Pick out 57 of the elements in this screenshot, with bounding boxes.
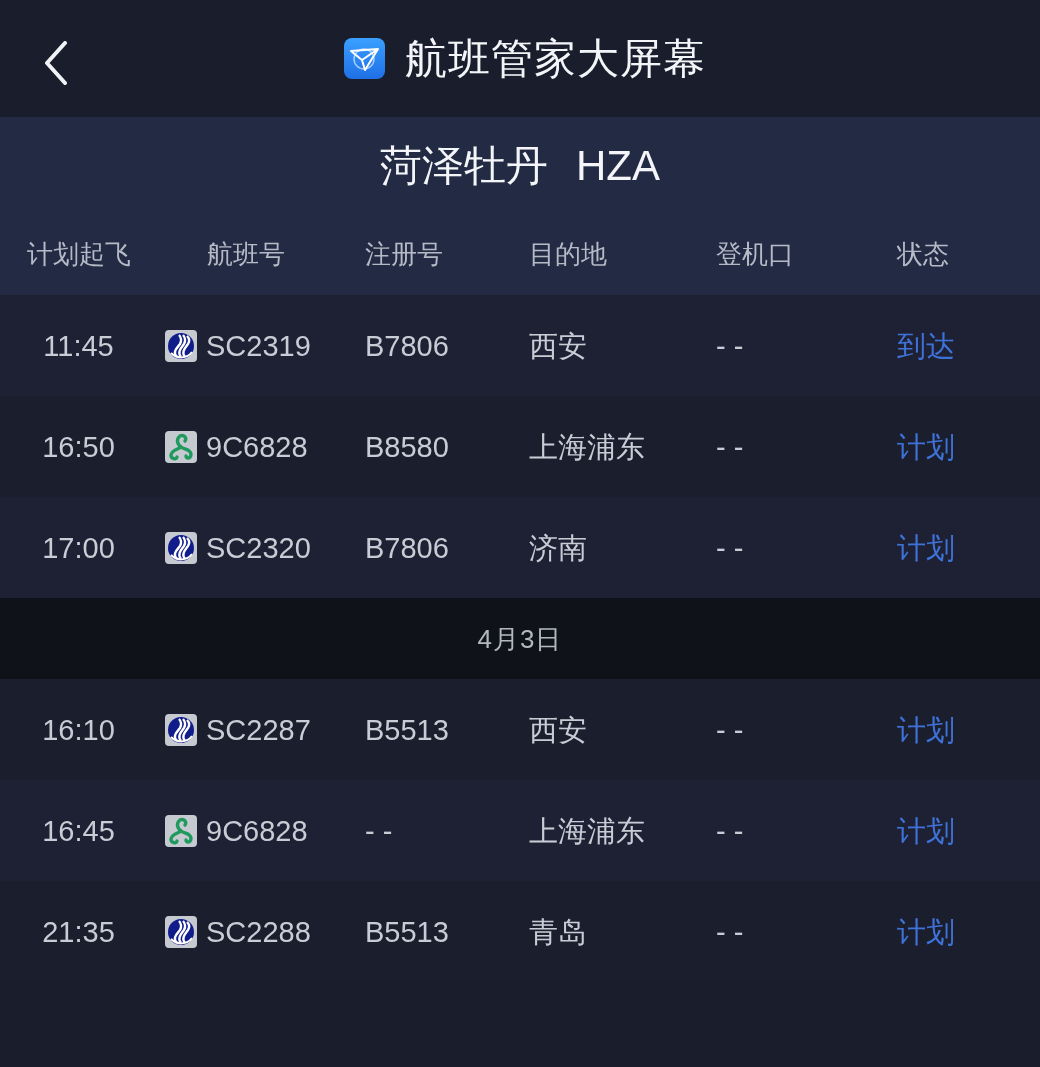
departure-time: 16:45 xyxy=(42,813,115,849)
flight-row[interactable]: 17:00 SC2320 B7806 济南 - - 计划 xyxy=(0,497,1040,598)
registration: - - xyxy=(365,813,393,849)
station-code: HZA xyxy=(576,140,660,191)
flight-status: 计划 xyxy=(897,429,955,465)
destination: 西安 xyxy=(529,712,587,748)
departure-time: 21:35 xyxy=(42,914,115,950)
flight-status: 计划 xyxy=(897,712,955,748)
column-header: 航班号 xyxy=(207,237,285,270)
flight-number: 9C6828 xyxy=(206,813,308,849)
gate: - - xyxy=(716,914,744,950)
destination: 青岛 xyxy=(529,914,587,950)
flight-number: SC2288 xyxy=(206,914,311,950)
flight-status: 到达 xyxy=(897,328,955,364)
column-header: 计划起飞 xyxy=(26,237,131,270)
flight-number: SC2319 xyxy=(206,328,311,364)
date-label: 4月3日 xyxy=(477,622,563,655)
paper-plane-app-icon xyxy=(344,38,385,79)
column-header: 目的地 xyxy=(529,237,607,270)
column-header: 登机口 xyxy=(716,237,794,270)
column-header: 状态 xyxy=(897,237,949,270)
page-title: 航班管家大屏幕 xyxy=(405,33,706,84)
flight-status: 计划 xyxy=(897,530,955,566)
destination: 济南 xyxy=(529,530,587,566)
back-chevron-icon xyxy=(44,41,68,85)
gate: - - xyxy=(716,429,744,465)
flight-row[interactable]: 11:45 SC2319 B7806 西安 - - 到达 xyxy=(0,295,1040,396)
departure-time: 16:10 xyxy=(42,712,115,748)
destination: 上海浦东 xyxy=(529,429,645,465)
flight-number: 9C6828 xyxy=(206,429,308,465)
gate: - - xyxy=(716,712,744,748)
station-name: 菏泽牡丹 xyxy=(380,140,548,191)
registration: B7806 xyxy=(365,530,449,566)
wave-logo-icon xyxy=(165,329,197,362)
destination: 上海浦东 xyxy=(529,813,645,849)
departure-time: 16:50 xyxy=(42,429,115,465)
registration: B5513 xyxy=(365,712,449,748)
trefoil-logo-icon xyxy=(165,814,197,847)
registration: B7806 xyxy=(365,328,449,364)
registration: B8580 xyxy=(365,429,449,465)
column-header: 注册号 xyxy=(365,237,443,270)
destination: 西安 xyxy=(529,328,587,364)
flight-number: SC2287 xyxy=(206,712,311,748)
gate: - - xyxy=(716,328,744,364)
flight-status: 计划 xyxy=(897,914,955,950)
departure-time: 17:00 xyxy=(42,530,115,566)
wave-logo-icon xyxy=(165,531,197,564)
flight-status: 计划 xyxy=(897,813,955,849)
flight-number: SC2320 xyxy=(206,530,311,566)
flight-row[interactable]: 16:45 9C6828 - - 上海浦东 - - 计划 xyxy=(0,780,1040,881)
registration: B5513 xyxy=(365,914,449,950)
trefoil-logo-icon xyxy=(165,430,197,463)
gate: - - xyxy=(716,813,744,849)
wave-logo-icon xyxy=(165,915,197,948)
departure-time: 11:45 xyxy=(43,328,114,364)
gate: - - xyxy=(716,530,744,566)
wave-logo-icon xyxy=(165,713,197,746)
